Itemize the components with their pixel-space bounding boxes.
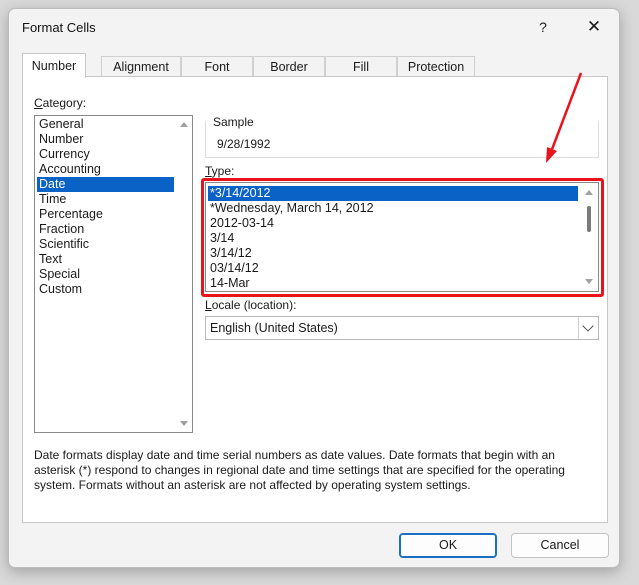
- category-item-general[interactable]: General: [37, 117, 174, 132]
- tab-number[interactable]: Number: [22, 53, 86, 78]
- tab-alignment[interactable]: Alignment: [101, 56, 181, 77]
- category-label: Category:: [34, 96, 87, 110]
- format-cells-dialog: Format Cells ? ✕ Number Alignment Font B…: [8, 8, 620, 568]
- locale-dropdown[interactable]: English (United States): [205, 316, 599, 340]
- category-item-currency[interactable]: Currency: [37, 147, 174, 162]
- sample-value: 9/28/1992: [217, 137, 271, 151]
- sample-label: Sample: [213, 115, 254, 129]
- dialog-title: Format Cells: [22, 20, 96, 35]
- locale-label: Locale (location):: [205, 298, 297, 312]
- category-item-date[interactable]: Date: [37, 177, 174, 192]
- category-item-special[interactable]: Special: [37, 267, 174, 282]
- category-list[interactable]: General Number Currency Accounting Date …: [34, 115, 193, 433]
- scroll-up-icon[interactable]: [180, 122, 188, 127]
- locale-value: English (United States): [210, 321, 338, 335]
- chevron-down-icon: [582, 320, 594, 332]
- category-item-time[interactable]: Time: [37, 192, 174, 207]
- help-icon[interactable]: ?: [533, 17, 553, 37]
- category-item-text[interactable]: Text: [37, 252, 174, 267]
- title-bar: Format Cells ? ✕: [9, 9, 619, 43]
- locale-dropdown-button[interactable]: [578, 317, 598, 339]
- tab-border[interactable]: Border: [253, 56, 325, 77]
- tab-font[interactable]: Font: [181, 56, 253, 77]
- category-scrollbar[interactable]: [176, 116, 192, 432]
- cancel-button[interactable]: Cancel: [511, 533, 609, 558]
- close-icon[interactable]: ✕: [583, 17, 605, 37]
- category-item-percentage[interactable]: Percentage: [37, 207, 174, 222]
- ok-button[interactable]: OK: [399, 533, 497, 558]
- tab-protection[interactable]: Protection: [397, 56, 475, 77]
- scroll-down-icon[interactable]: [180, 421, 188, 426]
- format-description: Date formats display date and time seria…: [34, 448, 565, 492]
- number-tab-panel: Category: General Number Currency Accoun…: [22, 76, 608, 523]
- tab-fill[interactable]: Fill: [325, 56, 397, 77]
- category-item-accounting[interactable]: Accounting: [37, 162, 174, 177]
- category-item-custom[interactable]: Custom: [37, 282, 174, 297]
- type-label: Type:: [205, 164, 235, 178]
- category-item-number[interactable]: Number: [37, 132, 174, 147]
- annotation-highlight-box: [201, 178, 604, 297]
- category-item-scientific[interactable]: Scientific: [37, 237, 174, 252]
- category-item-fraction[interactable]: Fraction: [37, 222, 174, 237]
